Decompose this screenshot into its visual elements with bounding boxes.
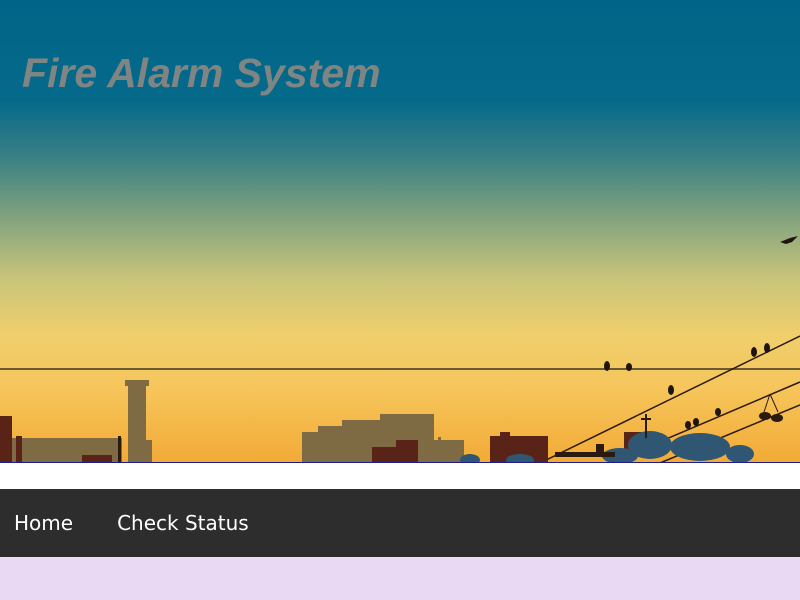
nav-check-status-link[interactable]: Check Status [117, 511, 249, 535]
site-title: Fire Alarm System [22, 50, 381, 96]
nav-home-link[interactable]: Home [14, 511, 73, 535]
main-nav: Home Check Status [0, 489, 800, 557]
page: Fire Alarm System Home Check Status [0, 0, 800, 600]
main-content [0, 557, 800, 600]
header-gap [0, 463, 800, 489]
header-banner: Fire Alarm System [0, 0, 800, 463]
